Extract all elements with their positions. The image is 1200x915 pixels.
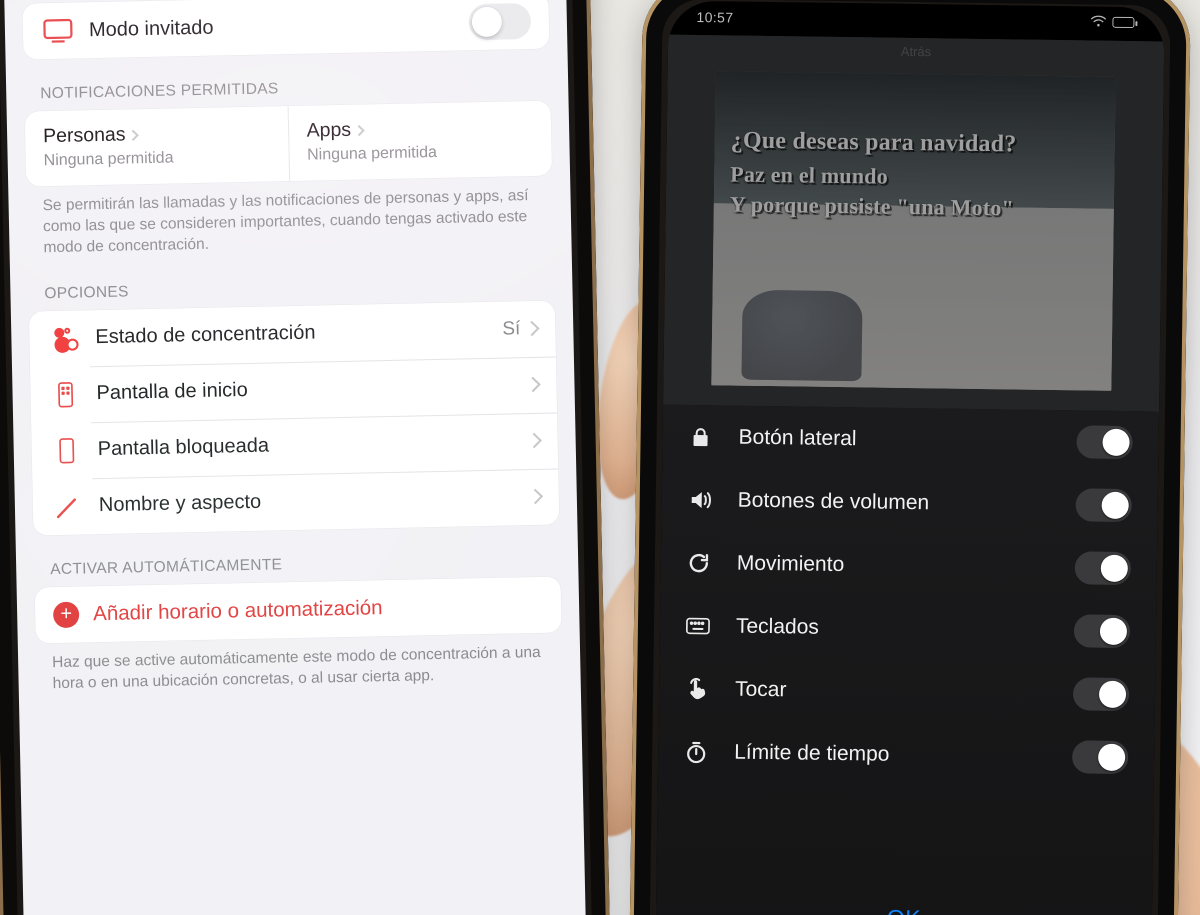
meme-line-3: Y porque pusiste "una Moto" (730, 191, 1014, 221)
people-title: Personas (43, 123, 126, 148)
options-card: Estado de concentración Sí (29, 300, 560, 535)
row-label: Movimiento (737, 551, 1051, 579)
dim-nav-title: Atrás (901, 44, 932, 59)
touch-row[interactable]: Tocar (659, 657, 1156, 727)
apps-title: Apps (306, 119, 351, 143)
home-screen-icon (48, 377, 83, 412)
rotate-icon (685, 550, 713, 574)
touch-icon (683, 676, 711, 700)
allowed-notifications-card: Personas Ninguna permitida Apps Ninguna … (25, 101, 552, 187)
lock-icon (686, 424, 714, 448)
row-value: Sí (502, 318, 520, 340)
motion-row[interactable]: Movimiento (660, 531, 1157, 601)
notifications-footer: Se permitirán las llamadas y las notific… (42, 186, 537, 259)
lock-screen-icon (49, 433, 84, 468)
toggle[interactable] (1076, 425, 1132, 459)
battery-icon (1112, 16, 1134, 27)
pencil-icon (51, 489, 86, 524)
volume-icon (686, 487, 714, 511)
meme-line-1: ¿Que deseas para navidad? (731, 127, 1107, 159)
toggle[interactable] (1075, 488, 1131, 522)
volume-buttons-row[interactable]: Botones de volumen (661, 468, 1158, 538)
people-subtitle: Ninguna permitida (43, 147, 270, 170)
automation-card: + Añadir horario o automatización (35, 576, 562, 643)
add-schedule-button[interactable]: + Añadir horario o automatización (35, 576, 562, 643)
add-schedule-label: Añadir horario o automatización (93, 596, 383, 626)
time-limit-row[interactable]: Límite de tiempo (658, 720, 1155, 790)
meme-line-2: Paz en el mundo (730, 161, 888, 189)
automation-header: ACTIVAR AUTOMÁTICAMENTE (50, 551, 544, 579)
keyboard-icon (684, 613, 712, 637)
options-header: OPCIONES (44, 275, 538, 303)
monitor-icon (41, 14, 76, 49)
toggle[interactable] (1073, 677, 1129, 711)
toggle[interactable] (1074, 614, 1130, 648)
ok-bar: OK (656, 901, 1152, 915)
guest-mode-row[interactable]: Modo invitado (22, 0, 549, 60)
ok-button[interactable]: OK (887, 905, 921, 915)
chevron-right-icon (524, 321, 540, 337)
phone-left-screen: Modo invitado NOTIFICACIONES PERMITIDAS … (3, 0, 587, 915)
wifi-icon (1090, 15, 1106, 27)
status-time: 10:57 (696, 9, 733, 26)
chevron-right-icon (128, 129, 139, 140)
row-label: Nombre y aspecto (99, 485, 530, 517)
row-label: Teclados (736, 614, 1050, 642)
row-label: Botón lateral (738, 425, 1052, 453)
toggle[interactable] (1075, 551, 1131, 585)
row-label: Pantalla bloqueada (98, 429, 529, 461)
guest-mode-toggle[interactable] (468, 3, 531, 40)
apps-subtitle: Ninguna permitida (307, 142, 534, 165)
phone-left: Modo invitado NOTIFICACIONES PERMITIDAS … (0, 0, 611, 915)
row-label: Límite de tiempo (734, 740, 1048, 768)
plus-circle-icon: + (53, 601, 80, 628)
phone-right-screen: 10:57 Atrás ¿Que deseas para navidad? (655, 1, 1164, 915)
screenshot-stage: Modo invitado NOTIFICACIONES PERMITIDAS … (0, 0, 1200, 915)
people-cell[interactable]: Personas Ninguna permitida (25, 106, 290, 187)
status-right (1090, 15, 1134, 28)
dimmed-app-preview: Atrás ¿Que deseas para navidad? Paz en e… (663, 35, 1164, 412)
chevron-right-icon (353, 124, 364, 135)
notifications-header: NOTIFICACIONES PERMITIDAS (40, 75, 534, 103)
automation-footer: Haz que se active automáticamente este m… (52, 643, 547, 695)
row-label: Estado de concentración (95, 318, 502, 350)
row-label: Tocar (735, 677, 1049, 705)
guest-mode-label: Modo invitado (89, 11, 469, 42)
timer-icon (682, 739, 710, 763)
side-button-row[interactable]: Botón lateral (662, 405, 1159, 475)
keyboards-row[interactable]: Teclados (660, 594, 1157, 664)
row-label: Pantalla de inicio (96, 373, 527, 405)
row-label: Botones de volumen (738, 488, 1052, 516)
meme-image: ¿Que deseas para navidad? Paz en el mund… (711, 71, 1115, 391)
status-share-icon (47, 321, 82, 356)
name-appearance-row[interactable]: Nombre y aspecto (32, 468, 559, 535)
phone-right: 10:57 Atrás ¿Que deseas para navidad? (629, 0, 1191, 915)
guided-access-panel: Botón lateral Botones de volumen (655, 405, 1159, 915)
apps-cell[interactable]: Apps Ninguna permitida (288, 101, 552, 181)
toggle[interactable] (1072, 740, 1128, 774)
